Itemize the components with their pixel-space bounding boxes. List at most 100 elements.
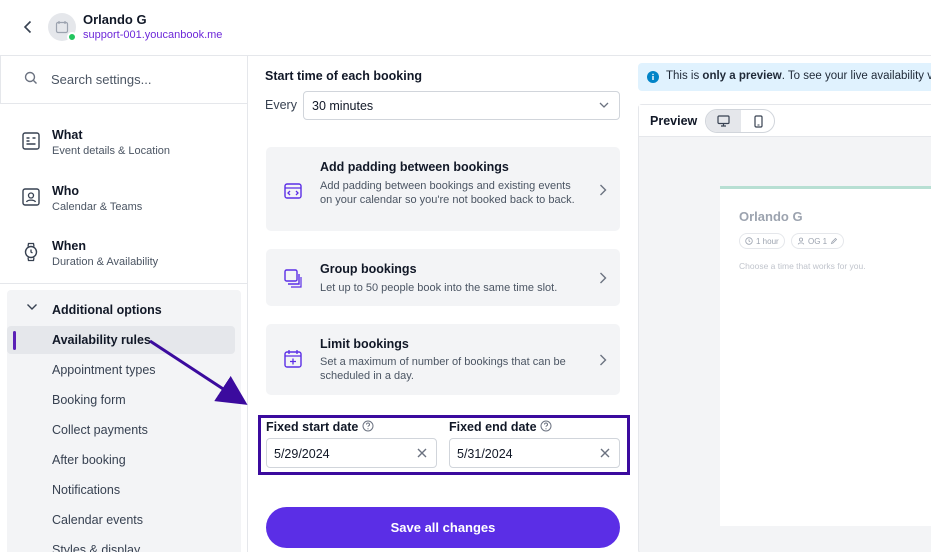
sidebar-item-subtitle: Event details & Location [52,145,171,157]
booking-page-preview: Orlando G 1 hour OG 1 Choose a time that… [720,186,931,526]
preview-label: Preview [650,114,698,128]
online-status-dot [67,32,77,42]
preview-info-banner: This is only a preview. To see your live… [638,63,931,91]
fixed-start-date-input[interactable]: 5/29/2024 [266,438,437,468]
sidebar-item-label: After booking [52,453,126,467]
group-bookings-card[interactable]: Group bookings Let up to 50 people book … [266,249,620,306]
fixed-end-value: 5/31/2024 [457,447,513,461]
sidebar-item-label: Collect payments [52,423,148,437]
sidebar-item-notifications[interactable]: Notifications [7,476,241,504]
preview-header: Preview [639,105,931,137]
chevron-right-icon [600,184,607,196]
additional-options-toggle[interactable]: Additional options [7,290,241,326]
profile-link[interactable]: support-001.youcanbook.me [83,29,222,41]
settings-panel: Start time of each booking Every 30 minu… [249,56,630,552]
sidebar-item-collect-payments[interactable]: Collect payments [7,416,241,444]
banner-text: This is only a preview. To see your live… [666,70,931,82]
fixed-end-date-input[interactable]: 5/31/2024 [449,438,620,468]
sidebar-item-when[interactable]: When Duration & Availability [0,229,247,279]
close-icon[interactable] [599,447,611,459]
additional-options-group: Additional options Availability rules Ap… [7,290,241,552]
host-text: OG 1 [808,236,828,246]
additional-options-title: Additional options [52,303,162,317]
group-icon [284,269,302,288]
fixed-start-label: Fixed start date [266,420,359,434]
padding-icon [284,183,302,199]
limit-bookings-card[interactable]: Limit bookings Set a maximum of number o… [266,324,620,395]
form-icon [22,132,40,150]
clock-icon [745,237,753,245]
watch-icon [24,242,38,262]
profile-name: Orlando G [83,12,147,27]
start-time-label: Start time of each booking [265,69,422,83]
sidebar-item-label: Calendar events [52,513,144,527]
contact-card-icon [22,188,40,206]
desktop-view-button[interactable] [706,110,741,132]
sidebar-item-styles-display[interactable]: Styles & display [7,536,241,552]
avatar[interactable] [48,13,77,42]
help-icon[interactable] [540,420,552,432]
sidebar-item-after-booking[interactable]: After booking [7,446,241,474]
duration-text: 1 hour [756,236,779,246]
every-label: Every [265,98,297,112]
banner-suffix: . To see your live availability visi [781,70,931,82]
preview-name: Orlando G [739,209,803,224]
sidebar-item-title: What [52,128,83,142]
sidebar-item-label: Booking form [52,393,126,407]
card-description: Let up to 50 people book into the same t… [320,282,558,294]
sidebar: What Event details & Location Who Calend… [0,56,248,552]
preview-frame: Preview Orlando G 1 hour OG 1 Choose a t… [638,104,931,552]
sidebar-item-label: Availability rules [52,333,151,347]
card-description: Add padding between bookings and existin… [320,180,575,206]
card-title: Group bookings [320,262,417,276]
chevron-down-icon [27,304,37,310]
sidebar-item-calendar-events[interactable]: Calendar events [7,506,241,534]
padding-card[interactable]: Add padding between bookings Add padding… [266,147,620,231]
card-description: Set a maximum of number of bookings that… [320,356,566,382]
pencil-icon [830,237,838,245]
fixed-end-label: Fixed end date [449,420,537,434]
chevron-right-icon [600,272,607,284]
info-icon [647,71,659,83]
chevron-right-icon [600,354,607,366]
search-icon [24,71,37,84]
sidebar-item-label: Notifications [52,483,121,497]
sidebar-item-label: Styles & display [52,543,141,552]
user-icon [797,237,805,245]
mobile-icon [754,114,763,128]
sidebar-item-who[interactable]: Who Calendar & Teams [0,174,247,224]
save-all-changes-button[interactable]: Save all changes [266,507,620,548]
sidebar-divider [0,283,247,284]
desktop-icon [717,115,730,127]
sidebar-item-label: Appointment types [52,363,156,377]
search-input[interactable] [51,68,231,90]
preview-prompt: Choose a time that works for you. [739,261,866,271]
sidebar-item-subtitle: Calendar & Teams [52,201,143,213]
sidebar-item-appointment-types[interactable]: Appointment types [7,356,241,384]
help-icon[interactable] [362,420,374,432]
chevron-left-icon [23,20,32,34]
sidebar-item-title: Who [52,184,80,198]
sidebar-item-availability-rules[interactable]: Availability rules [7,326,235,354]
banner-prefix: This is [666,70,703,82]
interval-value: 30 minutes [312,99,374,113]
interval-select[interactable]: 30 minutes [303,91,620,120]
card-title: Limit bookings [320,337,409,351]
host-chip: OG 1 [791,233,845,249]
banner-bold: only a preview [702,70,782,82]
sidebar-item-what[interactable]: What Event details & Location [0,118,247,168]
sidebar-item-subtitle: Duration & Availability [52,256,159,268]
fixed-start-value: 5/29/2024 [274,447,330,461]
top-header: Orlando G support-001.youcanbook.me [0,0,931,56]
mobile-view-button[interactable] [741,110,776,132]
preview-panel: This is only a preview. To see your live… [630,56,931,552]
active-indicator [13,331,16,350]
calendar-limit-icon [284,350,302,368]
close-icon[interactable] [416,447,428,459]
sidebar-item-title: When [52,239,87,253]
calendar-avatar-icon [55,21,69,34]
device-toggle [705,109,775,133]
sidebar-item-booking-form[interactable]: Booking form [7,386,241,414]
back-button[interactable] [18,17,38,37]
duration-chip: 1 hour [739,233,785,249]
